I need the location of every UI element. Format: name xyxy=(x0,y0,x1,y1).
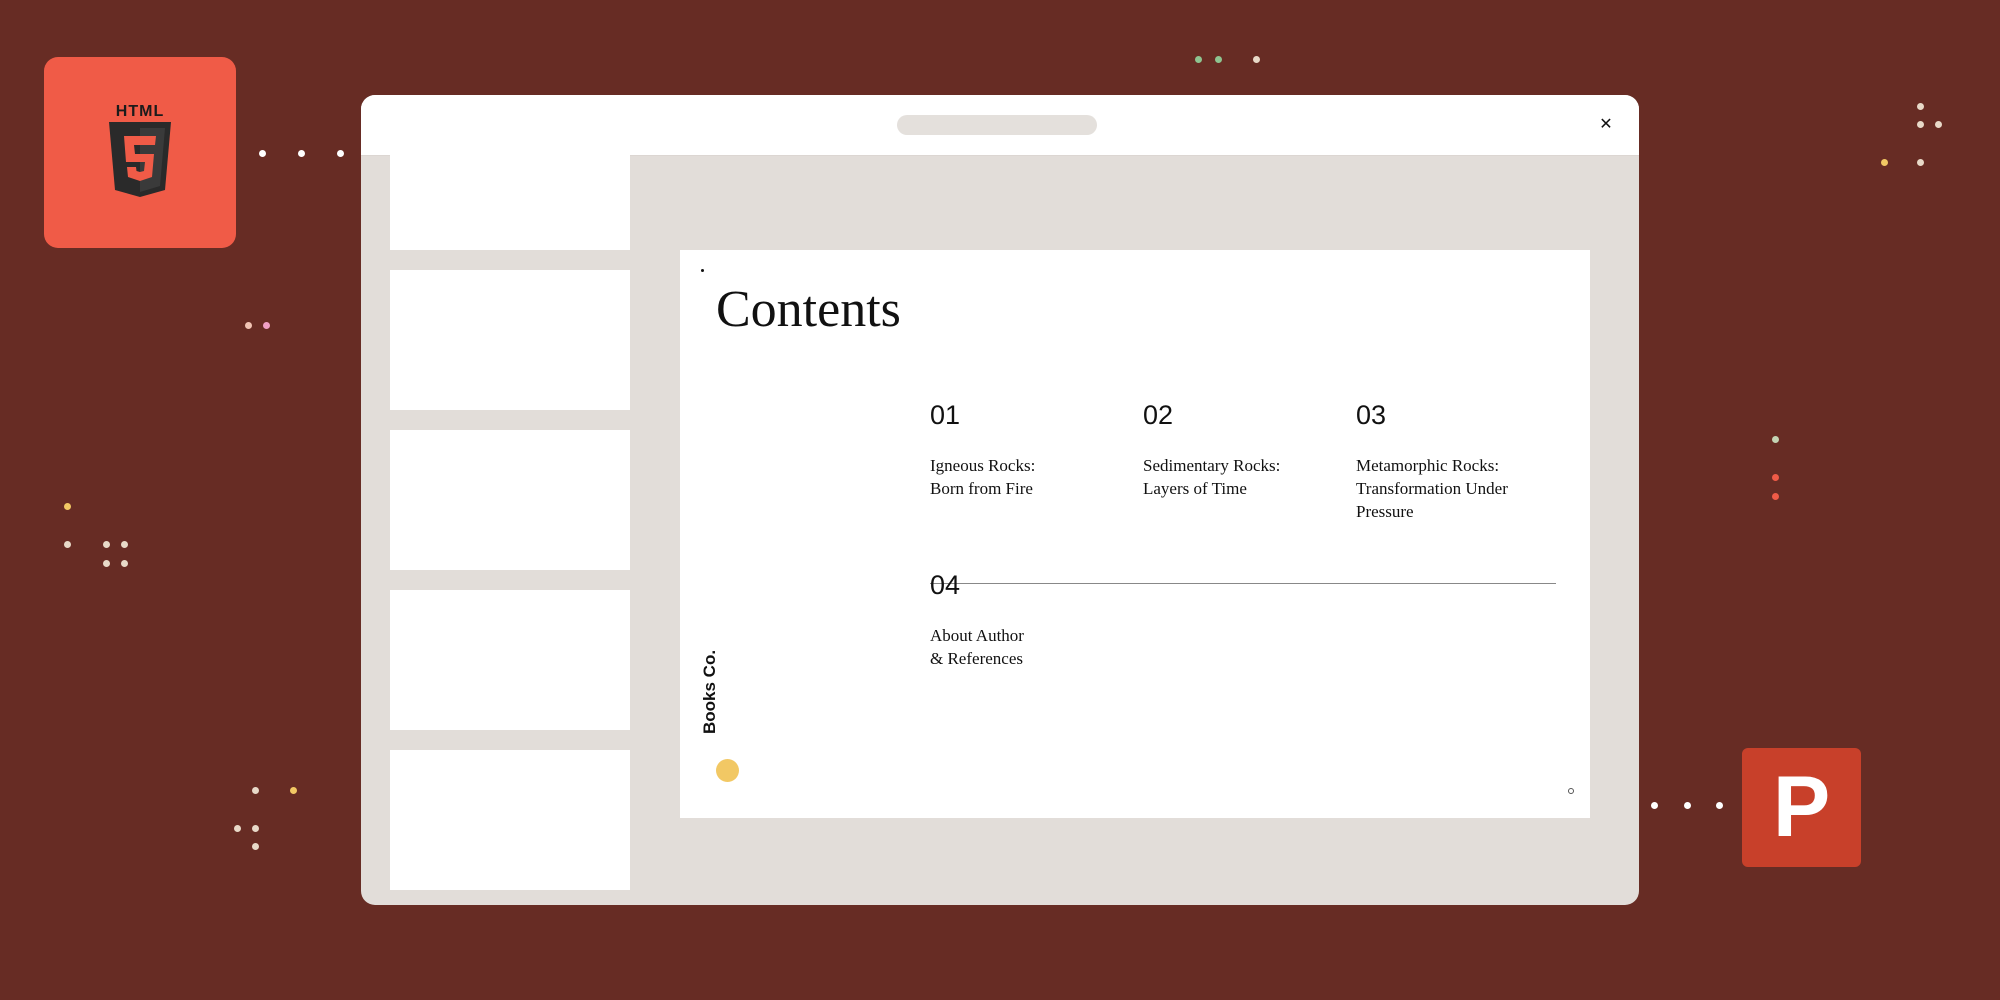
dot xyxy=(1716,802,1723,809)
item-line: Pressure xyxy=(1356,502,1414,521)
dot xyxy=(64,503,71,510)
contents-item: 03 Metamorphic Rocks: Transformation Und… xyxy=(1356,400,1508,523)
item-line: & References xyxy=(930,649,1023,668)
app-window: ✕ Contents 01 Igneous Rocks: Born from F… xyxy=(361,95,1639,905)
dot xyxy=(1772,493,1779,500)
dot xyxy=(245,322,252,329)
html-label: HTML xyxy=(115,103,165,120)
item-number: 03 xyxy=(1356,400,1387,430)
brand-name: Books Co. xyxy=(700,649,719,734)
item-number: 04 xyxy=(930,570,961,600)
slide-thumbnail[interactable] xyxy=(390,430,630,570)
title-bar: ✕ xyxy=(361,95,1639,156)
dot xyxy=(1253,56,1260,63)
contents-item: 02 Sedimentary Rocks: Layers of Time xyxy=(1143,400,1280,500)
item-line: Sedimentary Rocks: xyxy=(1143,456,1281,475)
slide-thumbnail[interactable] xyxy=(390,155,630,250)
dot xyxy=(1917,103,1924,110)
powerpoint-icon: P xyxy=(1742,748,1861,867)
item-number: 01 xyxy=(930,400,961,430)
slide-marker xyxy=(1568,788,1574,794)
dot xyxy=(298,150,305,157)
dot xyxy=(103,541,110,548)
dot xyxy=(234,825,241,832)
item-line: Born from Fire xyxy=(930,479,1033,498)
item-title: Sedimentary Rocks: Layers of Time xyxy=(1143,454,1280,500)
dot xyxy=(1772,474,1779,481)
close-icon[interactable]: ✕ xyxy=(1596,115,1616,135)
slide-thumbnail[interactable] xyxy=(390,590,630,730)
slide-title: Contents xyxy=(716,281,901,338)
item-line: Transformation Under xyxy=(1356,479,1508,498)
dot xyxy=(121,560,128,567)
html5-badge: HTML xyxy=(44,57,236,248)
dot xyxy=(1935,121,1942,128)
dot xyxy=(263,322,270,329)
dot xyxy=(103,560,110,567)
html5-shield-icon xyxy=(109,122,171,197)
item-number: 02 xyxy=(1143,400,1174,430)
item-title: About Author & References xyxy=(930,624,1024,670)
item-title: Metamorphic Rocks: Transformation Under … xyxy=(1356,454,1508,523)
item-line: Metamorphic Rocks: xyxy=(1356,456,1500,475)
slide-canvas[interactable]: Contents 01 Igneous Rocks: Born from Fir… xyxy=(680,250,1590,818)
dot xyxy=(1215,56,1222,63)
contents-item: 04 About Author & References xyxy=(930,570,1024,670)
item-title: Igneous Rocks: Born from Fire xyxy=(930,454,1035,500)
dot xyxy=(259,150,266,157)
address-bar[interactable] xyxy=(897,115,1097,135)
dot xyxy=(290,787,297,794)
item-line: Layers of Time xyxy=(1143,479,1247,498)
dot xyxy=(1651,802,1658,809)
dot xyxy=(121,541,128,548)
dot xyxy=(1881,159,1888,166)
dot xyxy=(64,541,71,548)
corner-dot xyxy=(701,269,704,272)
contents-item: 01 Igneous Rocks: Born from Fire xyxy=(930,400,1035,500)
dot xyxy=(1917,159,1924,166)
dot xyxy=(252,825,259,832)
dot xyxy=(252,843,259,850)
item-line: About Author xyxy=(930,626,1024,645)
slide-thumbnail[interactable] xyxy=(390,750,630,890)
item-line: Igneous Rocks: xyxy=(930,456,1036,475)
dot xyxy=(252,787,259,794)
dot xyxy=(337,150,344,157)
slide-thumbnail[interactable] xyxy=(390,270,630,410)
ppt-letter: P xyxy=(1772,759,1831,855)
dot xyxy=(1772,436,1779,443)
dot xyxy=(1195,56,1202,63)
dot xyxy=(1684,802,1691,809)
brand-circle xyxy=(716,759,739,782)
dot xyxy=(1917,121,1924,128)
